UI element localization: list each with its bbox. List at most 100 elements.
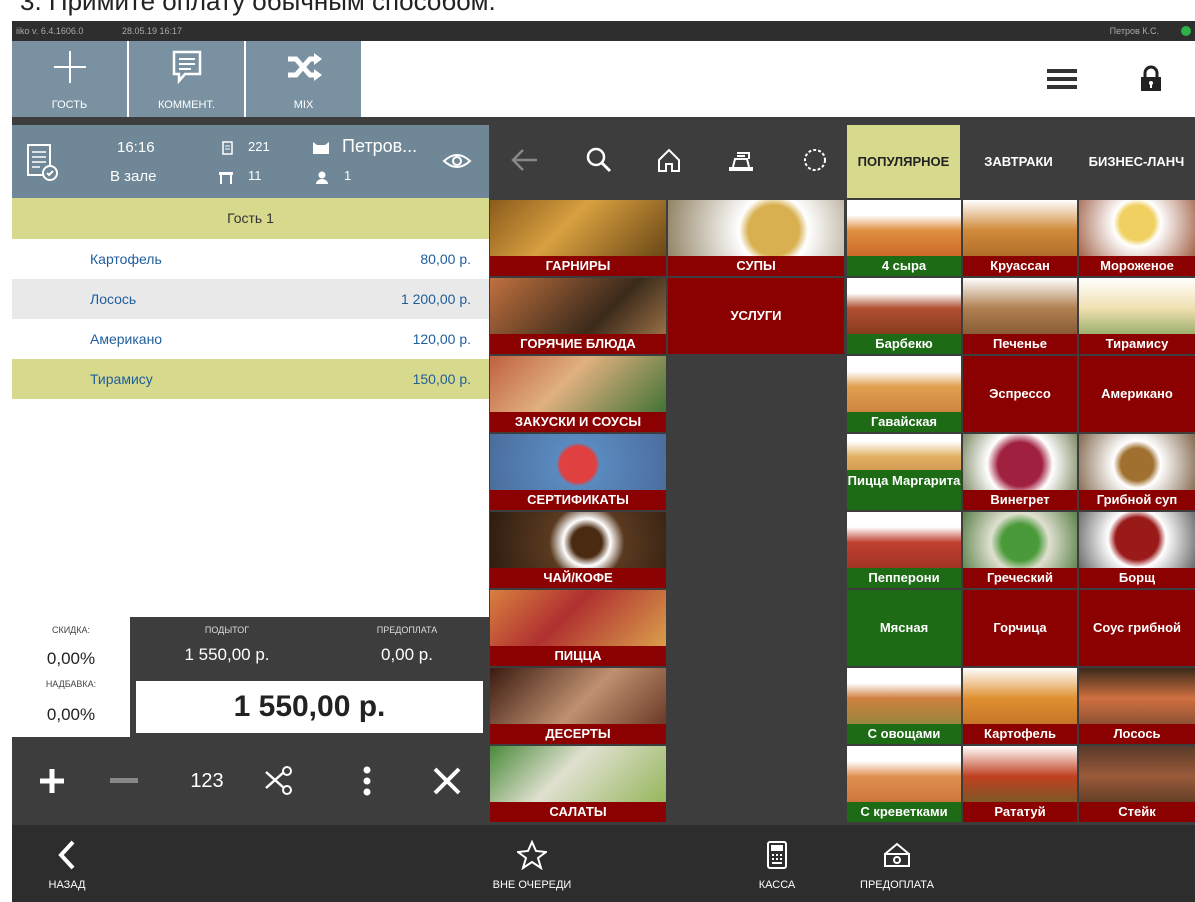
category-tile[interactable]: СЕРТИФИКАТЫ: [490, 434, 666, 510]
category-tile[interactable]: САЛАТЫ: [490, 746, 666, 822]
product-label: Горчица: [993, 620, 1047, 636]
product-tile[interactable]: Стейк: [1079, 746, 1195, 822]
order-item-price: 120,00 р.: [412, 331, 471, 347]
product-tile[interactable]: Гавайская: [847, 356, 961, 432]
close-icon[interactable]: [417, 751, 477, 811]
product-tile[interactable]: Винегрет: [963, 434, 1077, 510]
tab-popular[interactable]: ПОПУЛЯРНОЕ: [847, 125, 960, 198]
order-doc-icon[interactable]: [26, 143, 60, 188]
product-tile[interactable]: Пепперони: [847, 512, 961, 588]
cash-label: КАССА: [758, 879, 796, 891]
totals-panel: СКИДКА: 0,00% НАДБАВКА: 0,00% ПОДЫТОГ 1 …: [12, 617, 489, 737]
product-label: Печенье: [963, 334, 1077, 354]
order-item-name: Тирамису: [90, 371, 153, 387]
menu-navigation: [489, 125, 847, 195]
cash-button[interactable]: КАССА: [737, 825, 817, 902]
order-actions: 123: [12, 737, 489, 825]
category-tile[interactable]: ГАРНИРЫ: [490, 200, 666, 276]
numpad-button[interactable]: 123: [177, 751, 237, 811]
mix-button[interactable]: MIX: [246, 41, 361, 117]
product-tile[interactable]: Эспрессо: [963, 356, 1077, 432]
prepay-value: 0,00 р.: [381, 645, 433, 664]
product-tile[interactable]: Американо: [1079, 356, 1195, 432]
add-guest-label: ГОСТЬ: [51, 99, 88, 111]
order-row-selected[interactable]: Тирамису 150,00 р.: [12, 359, 489, 399]
scale-icon[interactable]: [721, 140, 761, 180]
comment-icon: [129, 47, 244, 87]
category-tile[interactable]: ДЕСЕРТЫ: [490, 668, 666, 744]
product-tile[interactable]: Пицца Маргарита: [847, 434, 961, 510]
more-vertical-icon[interactable]: [337, 751, 397, 811]
product-label: Картофель: [963, 724, 1077, 744]
add-icon[interactable]: [22, 751, 82, 811]
back-button[interactable]: НАЗАД: [32, 825, 102, 902]
subtotal-value: 1 550,00 р.: [184, 645, 270, 664]
category-label: ГАРНИРЫ: [490, 256, 666, 276]
product-label: Эспрессо: [989, 386, 1051, 402]
product-label: Мороженое: [1079, 256, 1195, 276]
category-tile[interactable]: ПИЦЦА: [490, 590, 666, 666]
product-tile[interactable]: Тирамису: [1079, 278, 1195, 354]
order-total: 1 550,00 р.: [136, 681, 483, 733]
bottom-bar: НАЗАД ВНЕ ОЧЕРЕДИ КАССА ПРЕДОПЛАТА: [12, 825, 1195, 902]
category-tile[interactable]: ЧАЙ/КОФЕ: [490, 512, 666, 588]
product-tile[interactable]: Мороженое: [1079, 200, 1195, 276]
order-row[interactable]: Американо 120,00 р.: [12, 319, 489, 359]
product-tile[interactable]: Горчица: [963, 590, 1077, 666]
tab-business-lunch[interactable]: БИЗНЕС-ЛАНЧ: [1078, 125, 1195, 198]
product-tile[interactable]: С креветками: [847, 746, 961, 822]
out-of-queue-button[interactable]: ВНЕ ОЧЕРЕДИ: [482, 825, 582, 902]
order-header: 16:16 В зале 221 11 Петров... 1: [12, 125, 489, 198]
guest-row[interactable]: Гость 1: [12, 198, 489, 239]
category-tile[interactable]: ЗАКУСКИ И СОУСЫ: [490, 356, 666, 432]
product-tile[interactable]: Греческий: [963, 512, 1077, 588]
prepayment-label: ПРЕДОПЛАТА: [860, 879, 934, 891]
comment-button[interactable]: КОММЕНТ.: [129, 41, 244, 117]
scissors-icon[interactable]: [247, 751, 307, 811]
status-user: Петров К.С.: [1109, 26, 1159, 36]
search-icon[interactable]: [579, 140, 619, 180]
product-tile[interactable]: 4 сыра: [847, 200, 961, 276]
back-arrow-icon[interactable]: [504, 140, 544, 180]
pos-window: iiko v. 6.4.1606.0 28.05.19 16:17 Петров…: [12, 21, 1195, 902]
product-tile[interactable]: С овощами: [847, 668, 961, 744]
discount-panel[interactable]: СКИДКА: 0,00% НАДБАВКА: 0,00%: [12, 617, 130, 737]
product-label: Тирамису: [1079, 334, 1195, 354]
product-tile[interactable]: Барбекю: [847, 278, 961, 354]
product-label: Пицца Маргарита: [847, 470, 961, 510]
comment-label: КОММЕНТ.: [157, 99, 215, 111]
order-item-name: Американо: [90, 331, 163, 347]
product-tile[interactable]: Картофель: [963, 668, 1077, 744]
waiter-icon: [312, 141, 330, 160]
category-tile[interactable]: ГОРЯЧИЕ БЛЮДА: [490, 278, 666, 354]
minus-icon[interactable]: [94, 751, 154, 811]
prepayment: ПРЕДОПЛАТА 0,00 р.: [332, 625, 482, 665]
product-label: Пепперони: [847, 568, 961, 588]
product-tile[interactable]: Мясная: [847, 590, 961, 666]
product-label: Мясная: [879, 620, 929, 636]
product-tile[interactable]: Печенье: [963, 278, 1077, 354]
lock-icon[interactable]: [1131, 59, 1171, 99]
category-label: ЗАКУСКИ И СОУСЫ: [490, 412, 666, 432]
category-tile[interactable]: СУПЫ: [668, 200, 844, 276]
tab-breakfast[interactable]: ЗАВТРАКИ: [962, 125, 1075, 198]
loading-circle-icon[interactable]: [795, 140, 835, 180]
product-tile[interactable]: Лосось: [1079, 668, 1195, 744]
menu-icon[interactable]: [1042, 59, 1082, 99]
order-row[interactable]: Лосось 1 200,00 р.: [12, 279, 489, 319]
order-row[interactable]: Картофель 80,00 р.: [12, 239, 489, 279]
product-tile[interactable]: Круассан: [963, 200, 1077, 276]
prepayment-button[interactable]: ПРЕДОПЛАТА: [847, 825, 947, 902]
home-icon[interactable]: [649, 140, 689, 180]
product-tile[interactable]: Грибной суп: [1079, 434, 1195, 510]
product-tile[interactable]: Рататуй: [963, 746, 1077, 822]
product-label: Гавайская: [847, 412, 961, 432]
product-tile[interactable]: Борщ: [1079, 512, 1195, 588]
connection-indicator: [1181, 26, 1191, 36]
category-tile[interactable]: УСЛУГИ: [668, 278, 844, 354]
status-bar: iiko v. 6.4.1606.0 28.05.19 16:17 Петров…: [12, 21, 1195, 41]
eye-icon[interactable]: [442, 149, 472, 178]
product-tile[interactable]: Соус грибной: [1079, 590, 1195, 666]
receipt-icon: [222, 141, 234, 160]
add-guest-button[interactable]: ГОСТЬ: [12, 41, 127, 117]
